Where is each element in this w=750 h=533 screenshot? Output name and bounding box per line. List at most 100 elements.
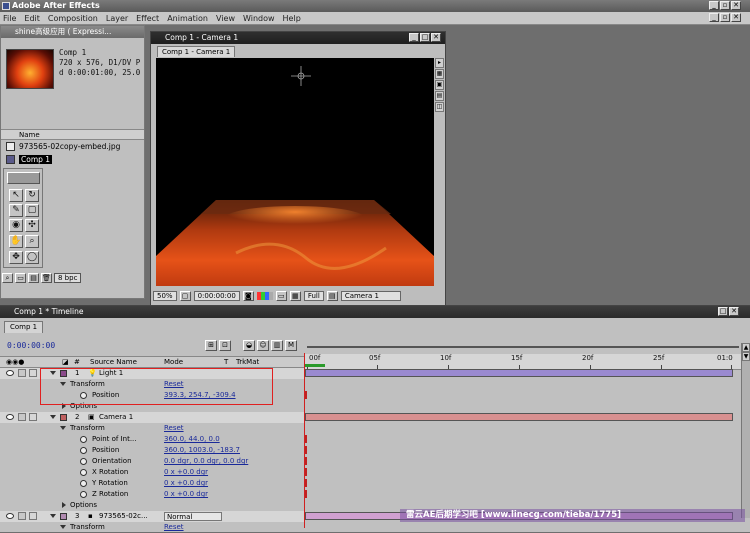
property-row[interactable]: Z Rotation 0 x +0.0 dgr: [0, 489, 305, 500]
layer-name[interactable]: 973565-02c...: [99, 511, 148, 522]
minimize-icon[interactable]: _: [709, 1, 719, 10]
pen-tool-icon[interactable]: ✎: [9, 204, 23, 217]
audio-switch[interactable]: [18, 369, 26, 377]
options-group[interactable]: Options: [0, 500, 305, 511]
orbit-camera-icon[interactable]: ◉: [9, 219, 23, 232]
comp-rulers-icon[interactable]: ▤: [435, 91, 444, 101]
layer-duration-bar-light[interactable]: [305, 368, 741, 379]
hand-tool-icon[interactable]: ✋: [9, 235, 23, 248]
property-value[interactable]: 0 x +0.0 dgr: [164, 489, 208, 500]
draft-3d-icon[interactable]: ◒: [243, 340, 255, 351]
eye-icon[interactable]: [6, 370, 14, 376]
project-panel-title[interactable]: shine高级应用 ( Expressi...: [1, 26, 144, 38]
project-list-header[interactable]: Name: [1, 129, 144, 140]
region-icon[interactable]: ▭: [275, 291, 287, 301]
stopwatch-icon[interactable]: [80, 480, 87, 487]
menu-layer[interactable]: Layer: [106, 14, 128, 23]
comp-minimize-icon[interactable]: _: [409, 33, 419, 42]
column-source-name[interactable]: Source Name: [90, 357, 137, 368]
timeline-title[interactable]: Comp 1 * Timeline: [0, 306, 750, 318]
comp-window-title[interactable]: Comp 1 - Camera 1: [151, 32, 445, 44]
comp-maximize-icon[interactable]: □: [420, 33, 430, 42]
zoom-tool-icon[interactable]: ⌕: [25, 235, 39, 248]
collapse-triangle-icon[interactable]: [62, 502, 66, 508]
transparency-grid-icon[interactable]: ▦: [289, 291, 301, 301]
stopwatch-icon[interactable]: [80, 458, 87, 465]
transform-group[interactable]: Transform Reset: [0, 423, 305, 434]
close-icon[interactable]: ✕: [731, 1, 741, 10]
lock-switch[interactable]: [29, 413, 37, 421]
trash-icon[interactable]: 🗑: [41, 273, 52, 283]
ellipse-tool-icon[interactable]: ◯: [25, 251, 39, 264]
new-folder-icon[interactable]: ▭: [15, 273, 26, 283]
find-icon[interactable]: ⌕: [2, 273, 13, 283]
keyframe-marker[interactable]: [305, 490, 307, 498]
property-value[interactable]: 360.0, 44.0, 0.0: [164, 434, 220, 445]
menu-edit[interactable]: Edit: [24, 14, 40, 23]
mode-dropdown[interactable]: Normal: [164, 512, 222, 521]
property-row[interactable]: Orientation 0.0 dgr, 0.0 dgr, 0.0 dgr: [0, 456, 305, 467]
column-trkmat[interactable]: TrkMat: [236, 357, 259, 368]
comp-flowchart-button-icon[interactable]: ⊞: [205, 340, 217, 351]
current-time-indicator[interactable]: [304, 353, 305, 528]
label-color-icon[interactable]: [60, 513, 67, 520]
menu-effect[interactable]: Effect: [136, 14, 159, 23]
keyframe-marker[interactable]: [305, 446, 307, 454]
eye-icon[interactable]: [6, 414, 14, 420]
timeline-current-time[interactable]: 0:00:00:00: [7, 341, 55, 350]
doc-minimize-icon[interactable]: _: [709, 13, 719, 22]
property-value[interactable]: 0 x +0.0 dgr: [164, 467, 208, 478]
stopwatch-icon[interactable]: [80, 469, 87, 476]
channels-icon[interactable]: [256, 292, 273, 300]
safe-zones-icon[interactable]: ▢: [179, 291, 191, 301]
comp-flowchart-icon[interactable]: ▸: [435, 58, 444, 68]
menu-window[interactable]: Window: [243, 14, 275, 23]
layer-row-image[interactable]: 3 ▪ 973565-02c... Normal: [0, 511, 305, 522]
restore-icon[interactable]: ▫: [720, 1, 730, 10]
scroll-up-icon[interactable]: ▲: [742, 343, 750, 352]
property-row[interactable]: X Rotation 0 x +0.0 dgr: [0, 467, 305, 478]
bit-depth-button[interactable]: 8 bpc: [54, 273, 82, 283]
layer-name[interactable]: Camera 1: [99, 412, 133, 423]
stopwatch-icon[interactable]: [80, 436, 87, 443]
keyframe-marker[interactable]: [305, 479, 307, 487]
transform-reset-link[interactable]: Reset: [164, 522, 184, 533]
time-navigator[interactable]: [305, 342, 741, 352]
property-value[interactable]: 0.0 dgr, 0.0 dgr, 0.0 dgr: [164, 456, 248, 467]
comp-viewer[interactable]: [156, 58, 434, 286]
project-item-comp[interactable]: Comp 1: [1, 153, 144, 166]
menu-composition[interactable]: Composition: [48, 14, 98, 23]
hide-shy-icon[interactable]: ☺: [257, 340, 269, 351]
new-comp-icon[interactable]: ▤: [28, 273, 39, 283]
label-color-icon[interactable]: [60, 414, 67, 421]
menu-help[interactable]: Help: [283, 14, 301, 23]
lock-switch[interactable]: [29, 512, 37, 520]
property-value[interactable]: 360.0, 1003.0, -183.7: [164, 445, 240, 456]
menu-view[interactable]: View: [216, 14, 235, 23]
project-item-image[interactable]: 973565-02copy-embed.jpg: [1, 140, 144, 153]
expand-triangle-icon[interactable]: [50, 415, 56, 419]
comp-mask-icon[interactable]: ◫: [435, 102, 444, 112]
selection-tool-icon[interactable]: ↖: [9, 189, 23, 202]
keyframe-marker[interactable]: [305, 457, 307, 465]
comp-time-display[interactable]: 0:00:00:00: [193, 291, 240, 301]
transform-group[interactable]: Transform Reset: [0, 522, 305, 533]
audio-switch[interactable]: [18, 512, 26, 520]
eye-icon[interactable]: [6, 513, 14, 519]
expand-triangle-icon[interactable]: [50, 514, 56, 518]
frame-blending-icon[interactable]: ▥: [271, 340, 283, 351]
motion-blur-icon[interactable]: M: [285, 340, 297, 351]
column-mode[interactable]: Mode: [164, 357, 183, 368]
zoom-dropdown[interactable]: 50%: [153, 291, 177, 301]
property-value[interactable]: 0 x +0.0 dgr: [164, 478, 208, 489]
comp-grid-icon[interactable]: ▦: [435, 69, 444, 79]
comp-viewer-tab[interactable]: Comp 1 - Camera 1: [157, 46, 236, 57]
snapshot-icon[interactable]: ◙: [242, 291, 254, 301]
doc-restore-icon[interactable]: ▫: [720, 13, 730, 22]
pan-behind-icon[interactable]: ✥: [9, 251, 23, 264]
transform-reset-link[interactable]: Reset: [164, 423, 184, 434]
timeline-comp-tab[interactable]: Comp 1: [4, 321, 44, 333]
live-update-icon[interactable]: ⊡: [219, 340, 231, 351]
layer-row-camera[interactable]: 2 ▣ Camera 1: [0, 412, 305, 423]
work-area-start[interactable]: [305, 364, 325, 367]
